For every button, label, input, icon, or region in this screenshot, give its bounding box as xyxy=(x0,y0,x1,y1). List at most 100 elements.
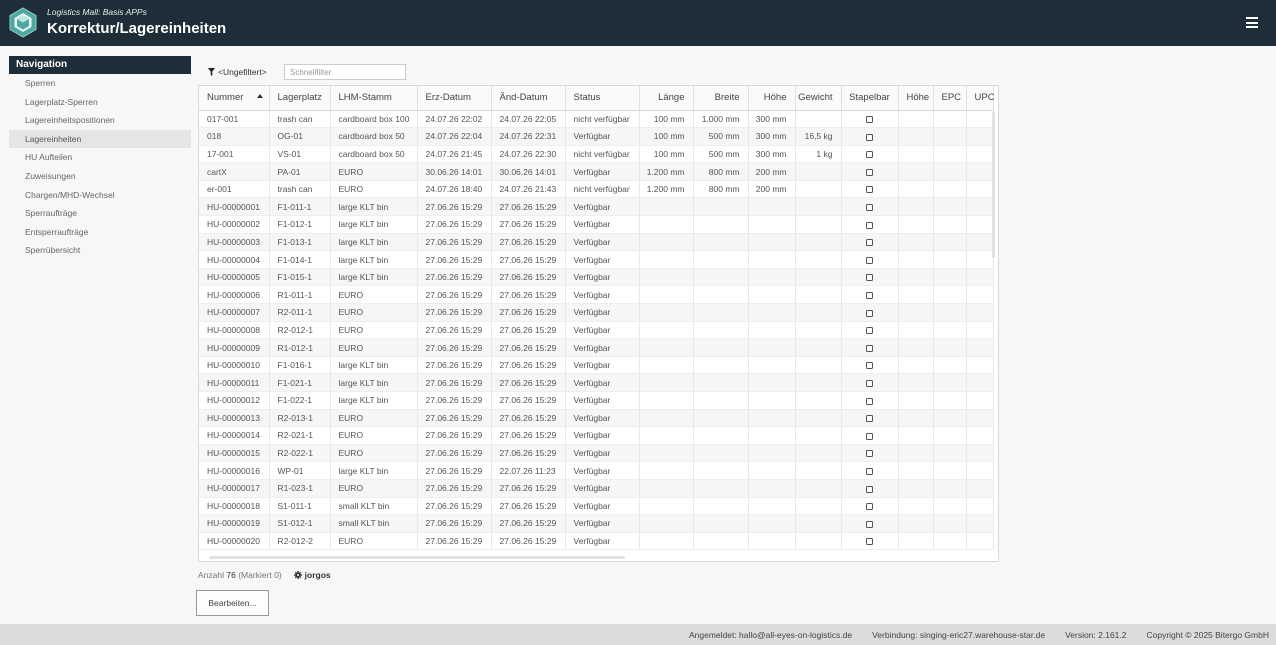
stackable-checkbox[interactable] xyxy=(866,327,873,335)
user-settings[interactable]: jorgos xyxy=(293,570,331,580)
table-row[interactable]: HU-00000016 WP-01 large KLT bin 27.06.26 15… xyxy=(199,461,994,480)
stackable-checkbox[interactable] xyxy=(866,274,873,282)
table-cell xyxy=(933,409,967,428)
table-cell: HU-00000019 xyxy=(199,514,270,533)
stackable-checkbox[interactable] xyxy=(866,151,873,159)
hamburger-menu-icon[interactable] xyxy=(1246,17,1258,28)
column-header[interactable]: Länge xyxy=(639,86,694,111)
column-header[interactable]: EPC xyxy=(933,86,967,111)
quick-filter-input[interactable] xyxy=(284,64,406,80)
table-row[interactable]: HU-00000017 R1-023-1 EURO 27.06.26 15:29 27.… xyxy=(199,479,994,498)
table-row[interactable]: HU-00000013 R2-013-1 EURO 27.06.26 15:29 27.… xyxy=(199,409,994,428)
stackable-checkbox[interactable] xyxy=(866,432,873,440)
column-header[interactable]: Status xyxy=(565,86,640,111)
table-cell: EURO xyxy=(330,444,418,463)
stackable-checkbox[interactable] xyxy=(866,168,873,176)
stackable-checkbox[interactable] xyxy=(866,239,873,247)
column-header[interactable]: LHM-Stamm xyxy=(330,86,418,111)
table-cell: 27.06.26 15:29 xyxy=(491,426,566,445)
table-cell xyxy=(639,373,694,392)
column-header[interactable]: UPC xyxy=(966,86,995,111)
sidebar-item-chargen-mhd-wechsel[interactable]: Chargen/MHD-Wechsel xyxy=(9,186,191,205)
stackable-checkbox[interactable] xyxy=(866,291,873,299)
table-cell xyxy=(898,285,934,305)
table-row[interactable]: HU-00000005 F1-015-1 large KLT bin 27.06.26… xyxy=(199,268,994,287)
stackable-checkbox[interactable] xyxy=(866,204,873,212)
sidebar-item-zuweisungen[interactable]: Zuweisungen xyxy=(9,167,191,186)
sidebar-item-sperren[interactable]: Sperren xyxy=(9,74,191,93)
stackable-checkbox[interactable] xyxy=(866,133,873,141)
table-row[interactable]: HU-00000010 F1-016-1 large KLT bin 27.06.26… xyxy=(199,356,994,375)
stackable-checkbox[interactable] xyxy=(866,520,873,528)
table-cell: Verfügbar xyxy=(565,338,640,357)
table-cell: large KLT bin xyxy=(330,391,418,410)
table-row[interactable]: HU-00000006 R1-011-1 EURO 27.06.26 15:29 27.… xyxy=(199,285,994,305)
table-row[interactable]: HU-00000020 R2-012-2 EURO 27.06.26 15:29 27.… xyxy=(199,532,994,551)
table-row[interactable]: HU-00000015 R2-022-1 EURO 27.06.26 15:29 27.… xyxy=(199,444,994,463)
stackable-checkbox[interactable] xyxy=(866,397,873,405)
stackable-checkbox[interactable] xyxy=(866,221,873,229)
table-row[interactable]: 018 OG-01 cardboard box 50 24.07.26 22:04 24… xyxy=(199,127,994,146)
table-row[interactable]: HU-00000011 F1-021-1 large KLT bin 27.06.26… xyxy=(199,373,994,392)
column-header[interactable]: Breite xyxy=(693,86,749,111)
table-row[interactable]: HU-00000018 S1-011-1 small KLT bin 27.06.26… xyxy=(199,497,994,516)
horizontal-scrollbar[interactable] xyxy=(209,556,625,559)
stackable-checkbox[interactable] xyxy=(866,344,873,352)
stackable-checkbox[interactable] xyxy=(866,450,873,458)
table-row[interactable]: HU-00000009 R1-012-1 EURO 27.06.26 15:29 27.… xyxy=(199,338,994,357)
table-cell: Verfügbar xyxy=(565,250,640,269)
table-row[interactable]: 17-001 VS-01 cardboard box 50 24.07.26 21:4… xyxy=(199,145,994,164)
column-header[interactable]: Nummer xyxy=(199,86,270,111)
stackable-checkbox[interactable] xyxy=(866,503,873,511)
column-header[interactable]: Lagerplatz xyxy=(269,86,331,111)
stackable-checkbox[interactable] xyxy=(866,362,873,370)
column-header[interactable]: Änd-Datum xyxy=(491,86,566,111)
table-row[interactable]: HU-00000001 F1-011-1 large KLT bin 27.06.26… xyxy=(199,197,994,217)
sidebar-item-sperraufträge[interactable]: Sperraufträge xyxy=(9,204,191,223)
gear-icon xyxy=(293,571,302,579)
column-header[interactable]: Gewicht xyxy=(795,86,842,111)
stackable-checkbox[interactable] xyxy=(866,415,873,423)
sidebar-item-entsperraufträge[interactable]: Entsperraufträge xyxy=(9,223,191,242)
table-row[interactable]: cartX PA-01 EURO 30.06.26 14:01 30.06.26 14:… xyxy=(199,162,994,181)
table-row[interactable]: HU-00000008 R2-012-1 EURO 27.06.26 15:29 27.… xyxy=(199,321,994,340)
table-cell: nicht verfügbar xyxy=(565,145,640,164)
sidebar-item-hu-aufteilen[interactable]: HU Aufteilen xyxy=(9,148,191,167)
table-cell xyxy=(693,215,749,234)
table-cell xyxy=(898,391,934,410)
stackable-checkbox[interactable] xyxy=(866,538,873,546)
sidebar-item-lagereinheiten[interactable]: Lagereinheiten xyxy=(9,129,191,149)
column-header[interactable]: Erz-Datum xyxy=(417,86,492,111)
edit-button[interactable]: Bearbeiten... xyxy=(196,590,269,616)
table-row[interactable]: HU-00000007 R2-011-1 EURO 27.06.26 15:29 27.… xyxy=(199,303,994,322)
table-cell: 27.06.26 15:29 xyxy=(491,285,566,305)
stackable-checkbox[interactable] xyxy=(866,467,873,475)
table-row[interactable]: HU-00000012 F1-022-1 large KLT bin 27.06.26… xyxy=(199,391,994,410)
sidebar-item-sperrübersicht[interactable]: Sperrübersicht xyxy=(9,241,191,260)
sidebar-item-lagerplatz-sperren[interactable]: Lagerplatz-Sperren xyxy=(9,93,191,112)
column-header[interactable]: Höhe xyxy=(748,86,796,111)
vertical-scrollbar[interactable] xyxy=(992,112,995,258)
stackable-checkbox[interactable] xyxy=(866,256,873,264)
filter-button[interactable]: <Ungefiltert> xyxy=(208,67,267,77)
table-cell xyxy=(966,444,994,463)
table-cell: HU-00000001 xyxy=(199,197,270,217)
table-row[interactable]: er-001 trash can EURO 24.07.26 18:40 24.07.2… xyxy=(199,180,994,199)
stackable-checkbox[interactable] xyxy=(866,309,873,317)
table-row[interactable]: HU-00000014 R2-021-1 EURO 27.06.26 15:29 27.… xyxy=(199,426,994,445)
table-row[interactable]: HU-00000004 F1-014-1 large KLT bin 27.06.26… xyxy=(199,250,994,269)
table-row[interactable]: HU-00000003 F1-013-1 large KLT bin 27.06.26… xyxy=(199,233,994,252)
column-header[interactable]: Stapelbar xyxy=(841,86,899,111)
table-row[interactable]: 017-001 trash can cardboard box 100 24.07.2… xyxy=(199,110,994,129)
table-cell xyxy=(748,479,796,498)
table-row[interactable]: HU-00000019 S1-012-1 small KLT bin 27.06.26… xyxy=(199,514,994,533)
stackable-checkbox[interactable] xyxy=(866,186,873,194)
stackable-checkbox[interactable] xyxy=(866,485,873,493)
table-cell: R2-013-1 xyxy=(269,409,331,428)
stackable-checkbox[interactable] xyxy=(866,379,873,387)
stackable-checkbox[interactable] xyxy=(866,116,873,124)
count-value: 76 xyxy=(226,570,236,580)
column-header[interactable]: Höhe xyxy=(898,86,934,111)
sidebar-item-lagereinheitspositionen[interactable]: Lagereinheitspositionen xyxy=(9,111,191,130)
table-row[interactable]: HU-00000002 F1-012-1 large KLT bin 27.06.26… xyxy=(199,215,994,234)
